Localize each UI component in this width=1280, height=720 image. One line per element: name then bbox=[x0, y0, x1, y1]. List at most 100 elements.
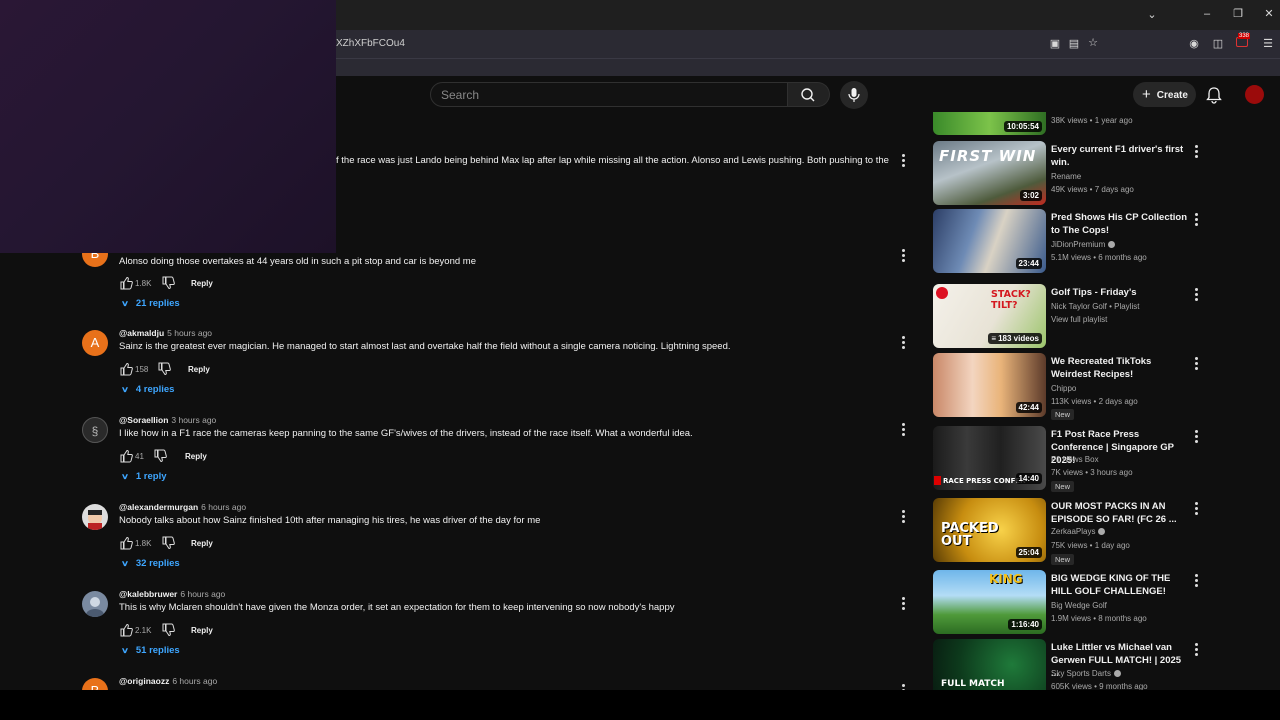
bookmark-star-icon[interactable]: ☆ bbox=[1086, 37, 1100, 49]
search-button[interactable] bbox=[788, 82, 830, 107]
recommended-video[interactable]: 42:44 We Recreated TikToks Weirdest Reci… bbox=[933, 353, 1208, 420]
extension-badge-icon[interactable]: 338 bbox=[1236, 33, 1252, 48]
video-channel[interactable]: Rename bbox=[1051, 172, 1081, 181]
replies-toggle[interactable]: ∨ 4 replies bbox=[121, 384, 175, 395]
thumbs-down-icon[interactable] bbox=[161, 536, 175, 550]
video-thumbnail[interactable]: 23:44 bbox=[933, 209, 1046, 273]
video-channel[interactable]: JiDionPremium bbox=[1051, 240, 1116, 249]
video-more-icon[interactable] bbox=[1195, 430, 1198, 445]
comment-author[interactable]: @akmaldju 5 hours ago bbox=[119, 328, 212, 338]
recommended-video[interactable]: 10:05:54 38K views • 1 year ago bbox=[933, 112, 1208, 136]
playlist-icon: ≡ bbox=[991, 334, 997, 343]
video-more-icon[interactable] bbox=[1195, 213, 1198, 228]
voice-search-button[interactable] bbox=[840, 81, 868, 109]
account-avatar[interactable] bbox=[1245, 85, 1264, 104]
comment-author[interactable]: @originaozz 6 hours ago bbox=[119, 676, 217, 686]
thumbs-up-icon[interactable] bbox=[119, 623, 133, 637]
video-title[interactable]: Every current F1 driver's first win. bbox=[1051, 143, 1189, 169]
thumbs-up-icon[interactable] bbox=[119, 362, 133, 376]
video-channel[interactable]: F1 News Box bbox=[1051, 455, 1099, 464]
comment-avatar[interactable]: A bbox=[82, 330, 108, 356]
reply-button[interactable]: Reply bbox=[188, 365, 210, 374]
reader-view-icon[interactable]: ▤ bbox=[1067, 38, 1081, 50]
thumbs-down-icon[interactable] bbox=[161, 623, 175, 637]
video-title[interactable]: BIG WEDGE KING OF THE HILL GOLF CHALLENG… bbox=[1051, 572, 1189, 598]
video-thumbnail[interactable]: FIRST WIN 3:02 bbox=[933, 141, 1046, 205]
playlist-channel[interactable]: Nick Taylor Golf • Playlist bbox=[1051, 302, 1139, 311]
recommended-video[interactable]: KING 1:16:40 BIG WEDGE KING OF THE HILL … bbox=[933, 570, 1208, 634]
video-thumbnail[interactable]: STACK? TILT? ≡ 183 videos bbox=[933, 284, 1046, 348]
account-icon[interactable]: ◉ bbox=[1187, 38, 1201, 50]
video-channel[interactable]: Big Wedge Golf bbox=[1051, 601, 1107, 610]
playlist-title[interactable]: Golf Tips - Friday's bbox=[1051, 286, 1189, 299]
recommended-video[interactable]: FULL MATCH Luke Littler vs Michael van G… bbox=[933, 639, 1208, 690]
comment-avatar[interactable]: § bbox=[82, 417, 108, 443]
video-more-icon[interactable] bbox=[1195, 574, 1198, 589]
video-meta: 7K views • 3 hours ago bbox=[1051, 468, 1133, 477]
video-more-icon[interactable] bbox=[1195, 357, 1198, 372]
comment-more-icon[interactable] bbox=[902, 423, 906, 438]
create-button[interactable]: + Create bbox=[1133, 82, 1196, 107]
comment-avatar[interactable] bbox=[82, 591, 108, 617]
search-input[interactable] bbox=[430, 82, 788, 107]
recommended-video[interactable]: FIRST WIN 3:02 Every current F1 driver's… bbox=[933, 141, 1208, 205]
replies-toggle[interactable]: ∨ 51 replies bbox=[121, 645, 180, 656]
comment-more-icon[interactable] bbox=[902, 154, 906, 169]
comment-author[interactable]: @alexandermurgan 6 hours ago bbox=[119, 502, 246, 512]
thumbs-up-icon[interactable] bbox=[119, 276, 133, 290]
comment-more-icon[interactable] bbox=[902, 510, 906, 525]
recommended-video[interactable]: 23:44 Pred Shows His CP Collection to Th… bbox=[933, 209, 1208, 273]
video-title[interactable]: OUR MOST PACKS IN AN EPISODE SO FAR! (FC… bbox=[1051, 500, 1189, 526]
comment-more-icon[interactable] bbox=[902, 336, 906, 351]
restore-icon[interactable]: ❐ bbox=[1231, 8, 1245, 20]
thumbs-down-icon[interactable] bbox=[153, 449, 167, 463]
video-channel[interactable]: Sky Sports Darts bbox=[1051, 669, 1122, 678]
video-thumbnail[interactable]: 10:05:54 bbox=[933, 112, 1046, 135]
comment-author[interactable]: @kalebbruwer 6 hours ago bbox=[119, 589, 225, 599]
reply-button[interactable]: Reply bbox=[191, 279, 213, 288]
thumbnail-text: RACE PRESS CONFER bbox=[943, 477, 1026, 485]
tab-list-chevron-icon[interactable]: ⌄ bbox=[1145, 9, 1159, 21]
thumbs-down-icon[interactable] bbox=[157, 362, 171, 376]
video-channel[interactable]: Chippo bbox=[1051, 384, 1076, 393]
reply-button[interactable]: Reply bbox=[191, 539, 213, 548]
recommended-playlist[interactable]: STACK? TILT? ≡ 183 videos Golf Tips - Fri… bbox=[933, 284, 1208, 348]
video-more-icon[interactable] bbox=[1195, 145, 1198, 160]
replies-toggle[interactable]: ∨ 21 replies bbox=[121, 298, 180, 309]
thumbs-up-icon[interactable] bbox=[119, 449, 133, 463]
extensions-icon[interactable]: ◫ bbox=[1211, 38, 1225, 50]
recommended-video[interactable]: RACE PRESS CONFER 14:40 F1 Post Race Pre… bbox=[933, 426, 1208, 492]
comment-more-icon[interactable] bbox=[902, 597, 906, 612]
video-more-icon[interactable] bbox=[1195, 502, 1198, 517]
replies-count: 32 replies bbox=[135, 558, 180, 569]
notifications-bell-icon[interactable] bbox=[1206, 86, 1222, 104]
video-thumbnail[interactable]: FULL MATCH bbox=[933, 639, 1046, 690]
minimize-icon[interactable]: – bbox=[1200, 8, 1214, 20]
thumbs-up-icon[interactable] bbox=[119, 536, 133, 550]
comment-author[interactable]: @Soraellion 3 hours ago bbox=[119, 415, 216, 425]
thumbs-down-icon[interactable] bbox=[161, 276, 175, 290]
app-menu-icon[interactable]: ☰ bbox=[1261, 38, 1275, 50]
video-more-icon[interactable] bbox=[1195, 288, 1198, 303]
picture-in-picture-video[interactable] bbox=[0, 0, 336, 253]
close-window-icon[interactable]: ✕ bbox=[1262, 8, 1276, 20]
recommended-video[interactable]: PACKED OUT 25:04 OUR MOST PACKS IN AN EP… bbox=[933, 498, 1208, 565]
video-thumbnail[interactable]: 42:44 bbox=[933, 353, 1046, 417]
reply-button[interactable]: Reply bbox=[185, 452, 207, 461]
comment-avatar[interactable]: B bbox=[82, 678, 108, 690]
replies-toggle[interactable]: ∨ 32 replies bbox=[121, 558, 180, 569]
video-title[interactable]: We Recreated TikToks Weirdest Recipes! bbox=[1051, 355, 1189, 381]
video-thumbnail[interactable]: RACE PRESS CONFER 14:40 bbox=[933, 426, 1046, 490]
video-more-icon[interactable] bbox=[1195, 643, 1198, 658]
video-thumbnail[interactable]: PACKED OUT 25:04 bbox=[933, 498, 1046, 562]
replies-toggle[interactable]: ∨ 1 reply bbox=[121, 471, 167, 482]
video-channel[interactable]: ZerkaaPlays bbox=[1051, 527, 1106, 536]
video-thumbnail[interactable]: KING 1:16:40 bbox=[933, 570, 1046, 634]
comment-more-icon[interactable] bbox=[902, 249, 906, 264]
address-bar-url[interactable]: XZhXFbFCOu4 bbox=[336, 38, 405, 49]
screenshot-icon[interactable]: ▣ bbox=[1048, 38, 1062, 50]
video-title[interactable]: Pred Shows His CP Collection to The Cops… bbox=[1051, 211, 1189, 237]
view-full-playlist-link[interactable]: View full playlist bbox=[1051, 315, 1107, 324]
reply-button[interactable]: Reply bbox=[191, 626, 213, 635]
comment-avatar[interactable] bbox=[82, 504, 108, 530]
